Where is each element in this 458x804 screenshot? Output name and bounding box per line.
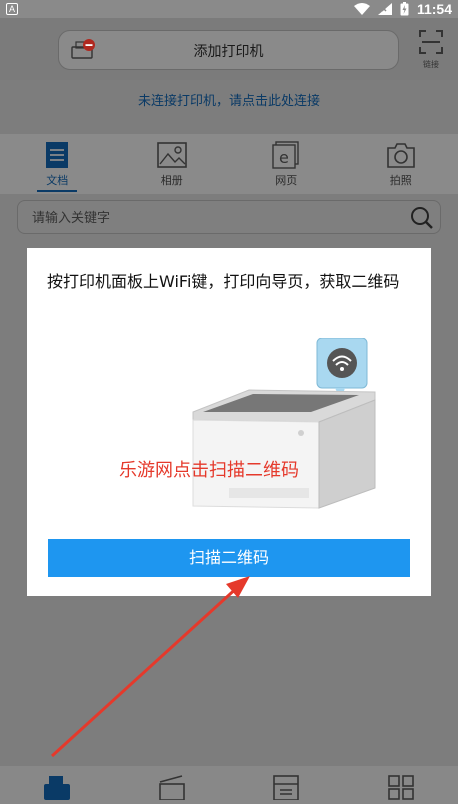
apps-grid-icon	[387, 775, 414, 800]
search-bar	[17, 200, 441, 234]
tab-webpage-label: 网页	[275, 174, 298, 187]
printer-wifi-illustration	[192, 338, 376, 509]
copy-icon	[273, 775, 300, 800]
tab-camera[interactable]: 拍照	[344, 134, 458, 194]
nav-print[interactable]	[0, 766, 115, 804]
webpage-icon: e	[272, 141, 299, 169]
svg-text:e: e	[279, 148, 289, 167]
scan-qr-button[interactable]: 扫描二维码	[48, 539, 410, 577]
tab-documents[interactable]: 文档	[0, 134, 115, 194]
app-badge-icon: A	[6, 3, 18, 15]
tab-documents-label: 文档	[46, 174, 69, 187]
signal-icon	[377, 3, 392, 15]
tab-album-label: 相册	[160, 174, 183, 187]
connect-banner-text: 未连接打印机，请点击此处连接	[137, 94, 320, 109]
camera-icon	[386, 143, 415, 168]
watermark-text: 乐游网点击扫描二维码	[119, 460, 299, 481]
content-tabs: 文档 相册 e 网页 拍照	[0, 134, 458, 194]
search-icon[interactable]	[410, 206, 434, 230]
tab-webpage[interactable]: e 网页	[229, 134, 344, 194]
wifi-icon	[353, 3, 370, 15]
status-time: 11:54	[416, 1, 452, 17]
tab-album[interactable]: 相册	[115, 134, 230, 194]
battery-icon	[400, 2, 409, 16]
app-header: 添加打印机 链接	[0, 18, 458, 80]
connect-banner[interactable]: 未连接打印机，请点击此处连接	[0, 80, 458, 134]
scan-connect-button[interactable]: 链接	[416, 30, 446, 69]
image-icon	[156, 142, 187, 168]
add-printer-button[interactable]: 添加打印机	[58, 30, 399, 70]
status-bar: A 11:54	[0, 0, 458, 18]
nav-apps[interactable]	[344, 766, 458, 804]
scan-frame-icon	[419, 30, 443, 54]
scan-connect-label: 链接	[423, 60, 439, 69]
printer-tray-icon	[44, 776, 71, 800]
dialog-message: 按打印机面板上WiFi键，打印向导页，获取二维码	[47, 272, 400, 291]
nav-scan[interactable]	[115, 766, 230, 804]
bottom-nav	[0, 766, 458, 804]
scan-doc-icon	[158, 775, 185, 800]
add-printer-label: 添加打印机	[193, 44, 264, 60]
document-icon	[46, 142, 69, 168]
search-input[interactable]	[32, 208, 392, 228]
nav-copy[interactable]	[229, 766, 344, 804]
tab-camera-label: 拍照	[389, 174, 412, 187]
connect-wifi-dialog: 按打印机面板上WiFi键，打印向导页，获取二维码 乐游网点击扫描二维码 扫描二维…	[27, 248, 431, 596]
